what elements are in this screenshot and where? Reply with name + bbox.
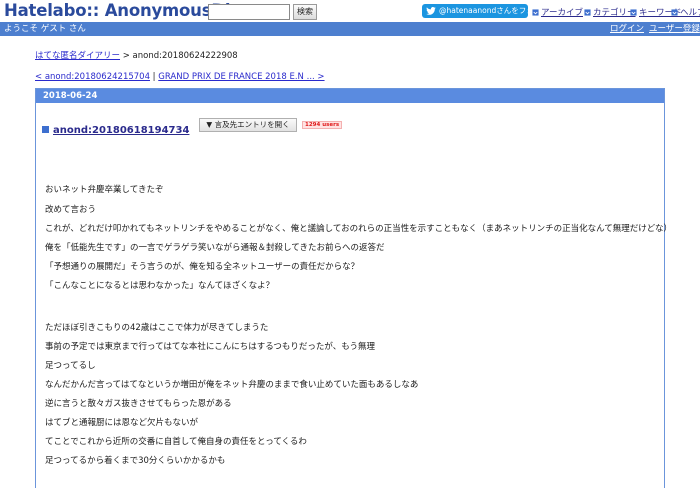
register-link[interactable]: ユーザー登録 <box>649 22 700 36</box>
entry-line: 「予想通りの展開だ」そう言うのが、俺を知る全ネットユーザーの責任だからな？ <box>45 262 360 272</box>
entry-title-row: anond:20180618194734 <box>42 118 189 136</box>
keyword-icon <box>630 8 637 16</box>
breadcrumb: はてな匿名ダイアリー > anond:20180624222908 <box>35 49 238 61</box>
entry-line: 逆に言うと散々ガス抜きさせてもらった恩がある <box>45 399 232 409</box>
next-entry-link[interactable]: GRAND PRIX DE FRANCE 2018 E.N ... > <box>158 72 324 82</box>
entry-line: てことでこれから近所の交番に自首して俺自身の責任をとってくるわ <box>45 437 307 447</box>
open-reference-button[interactable]: ▼ 言及先エントリを開く <box>199 118 297 132</box>
archive-icon <box>532 8 539 16</box>
entry-line: 改めて言おう <box>45 205 97 215</box>
entry-line: 足つってるし <box>45 361 96 371</box>
breadcrumb-current: anond:20180624222908 <box>132 51 238 61</box>
breadcrumb-separator: > <box>120 51 133 61</box>
entry-container: 2018-06-24 anond:20180618194734 ▼ 言及先エント… <box>35 88 672 488</box>
twitter-bird-icon <box>426 7 436 15</box>
follow-label: @hatenaanondさんをフォロー <box>439 6 528 15</box>
entry-title-link[interactable]: anond:20180618194734 <box>53 125 189 136</box>
login-link[interactable]: ログイン <box>610 22 644 36</box>
entry-line: なんだかんだ言ってはてなというか増田が俺をネット弁慶のままで食い止めていた面もあ… <box>45 380 419 390</box>
entry-bullet-icon <box>42 126 49 133</box>
entry-line: これが、どれだけ叩かれてもネットリンチをやめることがなく、俺と議論しておのれらの… <box>45 224 673 234</box>
nav-help[interactable]: ヘルプ <box>671 6 700 18</box>
nav-archive[interactable]: アーカイブ <box>532 6 583 18</box>
entry-line: 事前の予定では東京まで行ってはてな本社にこんにちはするつもりだったが、もう無理 <box>45 342 375 352</box>
user-bar: ようこそ ゲスト さん ログイン ユーザー登録 <box>0 22 700 36</box>
category-icon <box>584 8 591 16</box>
nav-category[interactable]: カテゴリー <box>584 6 636 18</box>
entry-line: 足つってるから着くまで30分くらいかかるかも <box>45 456 226 466</box>
help-icon <box>671 8 678 16</box>
breadcrumb-home-link[interactable]: はてな匿名ダイアリー <box>35 51 120 61</box>
bookmark-users-badge[interactable]: 1294 users <box>302 121 343 129</box>
entry-line: はてブと通報厨には恩など欠片もないが <box>45 418 199 428</box>
entry-pager: < anond:20180624215704 | GRAND PRIX DE F… <box>35 72 325 82</box>
search-button[interactable]: 検索 <box>293 4 317 20</box>
site-header: Hatelabo:: AnonymousDiary 検索 @hatenaanon… <box>0 0 700 24</box>
welcome-text: ようこそ ゲスト さん <box>4 24 86 34</box>
entry-line: ただほぼ引きこもりの42歳はここで体力が尽きてしまうた <box>45 323 269 333</box>
prev-entry-link[interactable]: < anond:20180624215704 <box>35 72 150 82</box>
entry-line: 「こんなことになるとは思わなかった」なんてほざくなよ？ <box>45 281 275 291</box>
twitter-follow-button[interactable]: @hatenaanondさんをフォロー <box>422 4 528 18</box>
entry-line: 俺を「低能先生です」の一言でゲラゲラ笑いながら通報＆封殺してきたお前らへの返答だ <box>45 243 385 253</box>
entry-line: おいネット弁慶卒業してきたぞ <box>45 185 164 195</box>
entry-date: 2018-06-24 <box>36 89 664 103</box>
search-input[interactable] <box>208 4 290 20</box>
